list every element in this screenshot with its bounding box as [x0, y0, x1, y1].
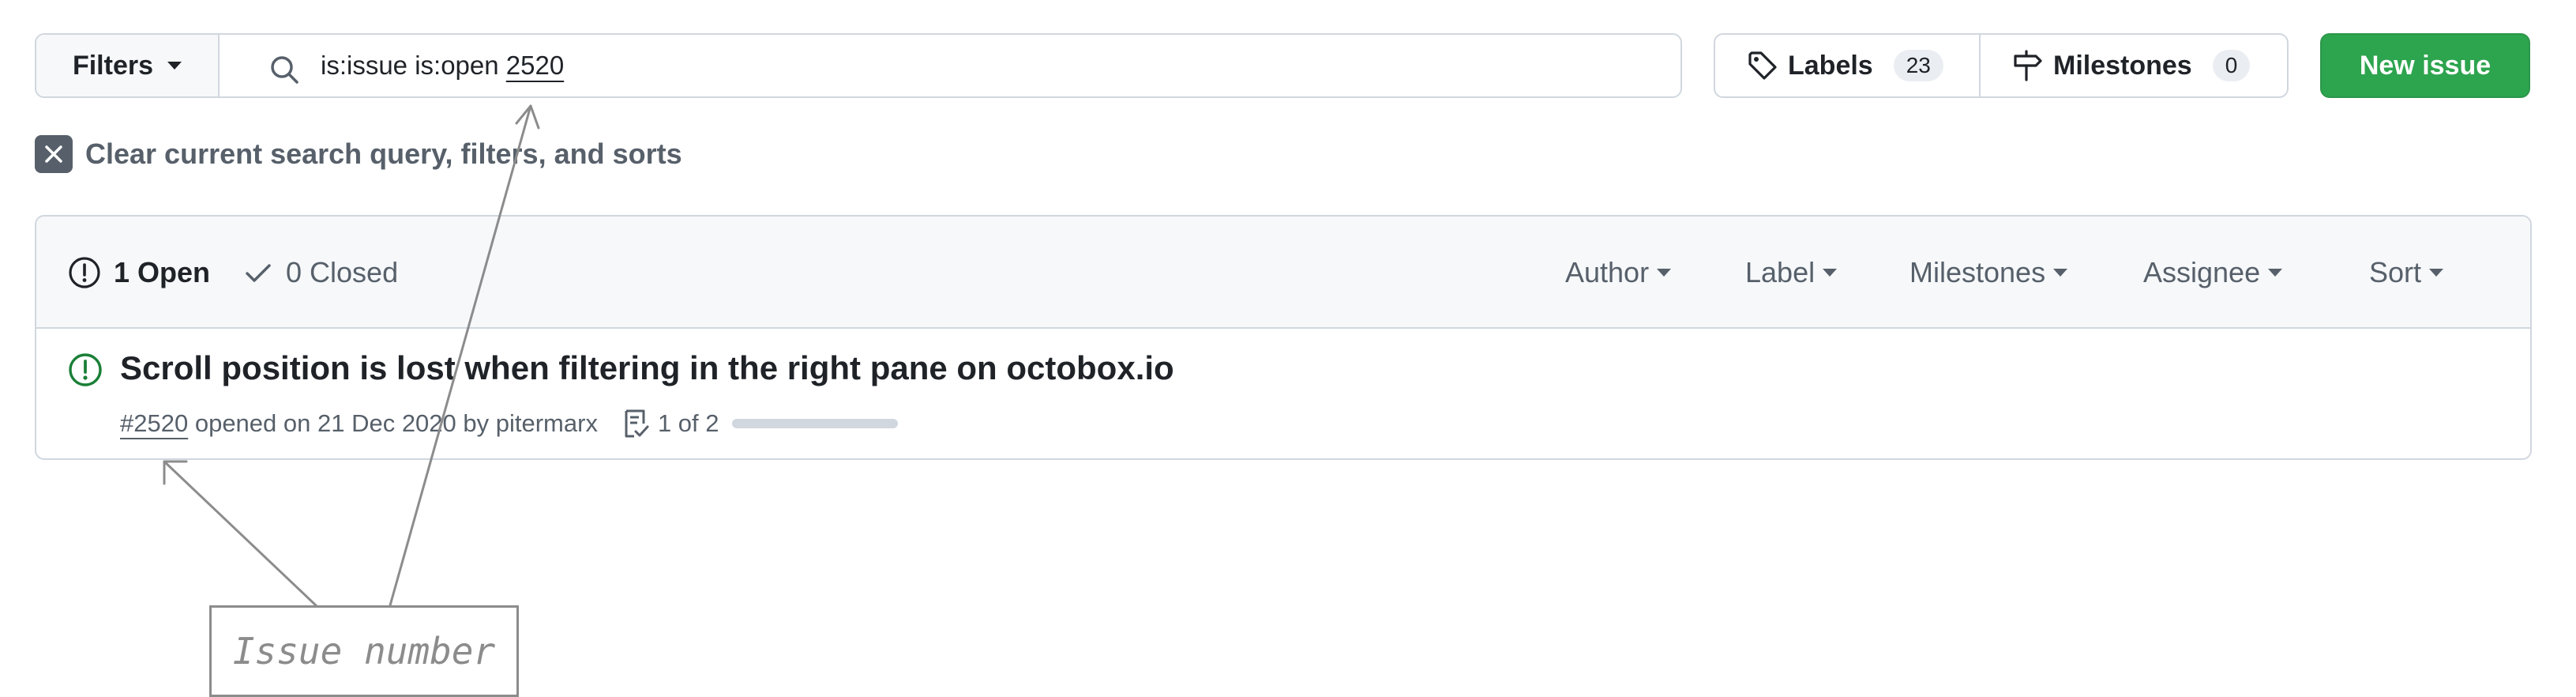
milestones-count-badge: 0: [2212, 50, 2251, 81]
chevron-down-icon: [1657, 269, 1672, 277]
author-filter-label: Author: [1565, 256, 1650, 288]
filters-label: Filters: [72, 50, 154, 81]
filters-button[interactable]: Filters: [36, 35, 220, 96]
milestones-button[interactable]: Milestones 0: [1981, 35, 2287, 96]
task-progress-text: 1 of 2: [657, 409, 719, 437]
author-filter[interactable]: Author: [1565, 217, 1672, 329]
task-progress-bar: [731, 419, 898, 428]
issue-meta: #2520 opened on 21 Dec 2020 by pitermarx…: [120, 408, 898, 439]
new-issue-button[interactable]: New issue: [2320, 33, 2530, 98]
chevron-down-icon: [2053, 269, 2068, 277]
issue-opened-info: opened on 21 Dec 2020 by pitermarx: [188, 409, 598, 437]
assignee-filter[interactable]: Assignee: [2143, 217, 2283, 329]
issue-title-link[interactable]: Scroll position is lost when filtering i…: [120, 349, 1174, 387]
issue-number: #2520: [120, 409, 189, 437]
label-filter[interactable]: Label: [1745, 217, 1838, 329]
clear-filters-link[interactable]: Clear current search query, filters, and…: [35, 134, 682, 174]
closed-issues-label: 0 Closed: [286, 256, 399, 288]
sort-filter[interactable]: Sort: [2369, 217, 2444, 329]
filters-search-group: Filters is:issue is:open 2520: [35, 33, 1682, 98]
open-issues-tab[interactable]: 1 Open: [68, 217, 210, 329]
sort-filter-label: Sort: [2369, 256, 2422, 288]
issue-opened-icon: [69, 353, 102, 386]
search-query-number: 2520: [505, 51, 565, 80]
issues-list-header: 1 Open 0 Closed Author Label Milestones …: [36, 217, 2530, 329]
annotation-label: Issue number: [232, 630, 496, 673]
search-icon: [271, 56, 299, 84]
check-icon: [246, 264, 271, 282]
clear-filters-label: Clear current search query, filters, and…: [85, 138, 682, 170]
assignee-filter-label: Assignee: [2143, 256, 2261, 288]
search-query: is:issue is:open 2520: [321, 35, 564, 96]
chevron-down-icon: [167, 62, 182, 70]
new-issue-label: New issue: [2359, 50, 2492, 81]
search-query-prefix: is:issue is:open: [321, 51, 506, 80]
milestone-icon: [2014, 50, 2042, 81]
closed-issues-tab[interactable]: 0 Closed: [243, 217, 398, 329]
annotation-callout: Issue number: [209, 605, 519, 697]
issue-opened-icon: [69, 257, 100, 288]
tasklist-icon: [625, 409, 649, 438]
tag-icon: [1748, 51, 1777, 80]
issue-row: Scroll position is lost when filtering i…: [36, 329, 2530, 458]
labels-label: Labels: [1788, 50, 1873, 81]
search-input[interactable]: is:issue is:open 2520: [220, 35, 1680, 96]
open-issues-label: 1 Open: [114, 256, 211, 288]
labels-button[interactable]: Labels 23: [1715, 35, 1981, 96]
issues-list: 1 Open 0 Closed Author Label Milestones …: [35, 215, 2532, 460]
milestones-label: Milestones: [2053, 50, 2192, 81]
chevron-down-icon: [2268, 269, 2283, 277]
labels-milestones-group: Labels 23 Milestones 0: [1714, 33, 2289, 98]
chevron-down-icon: [2429, 269, 2444, 277]
chevron-down-icon: [1823, 269, 1838, 277]
milestones-filter[interactable]: Milestones: [1909, 217, 2068, 329]
labels-count-badge: 23: [1893, 50, 1943, 81]
milestones-filter-label: Milestones: [1909, 256, 2046, 288]
close-icon: [35, 135, 73, 173]
label-filter-label: Label: [1745, 256, 1816, 288]
